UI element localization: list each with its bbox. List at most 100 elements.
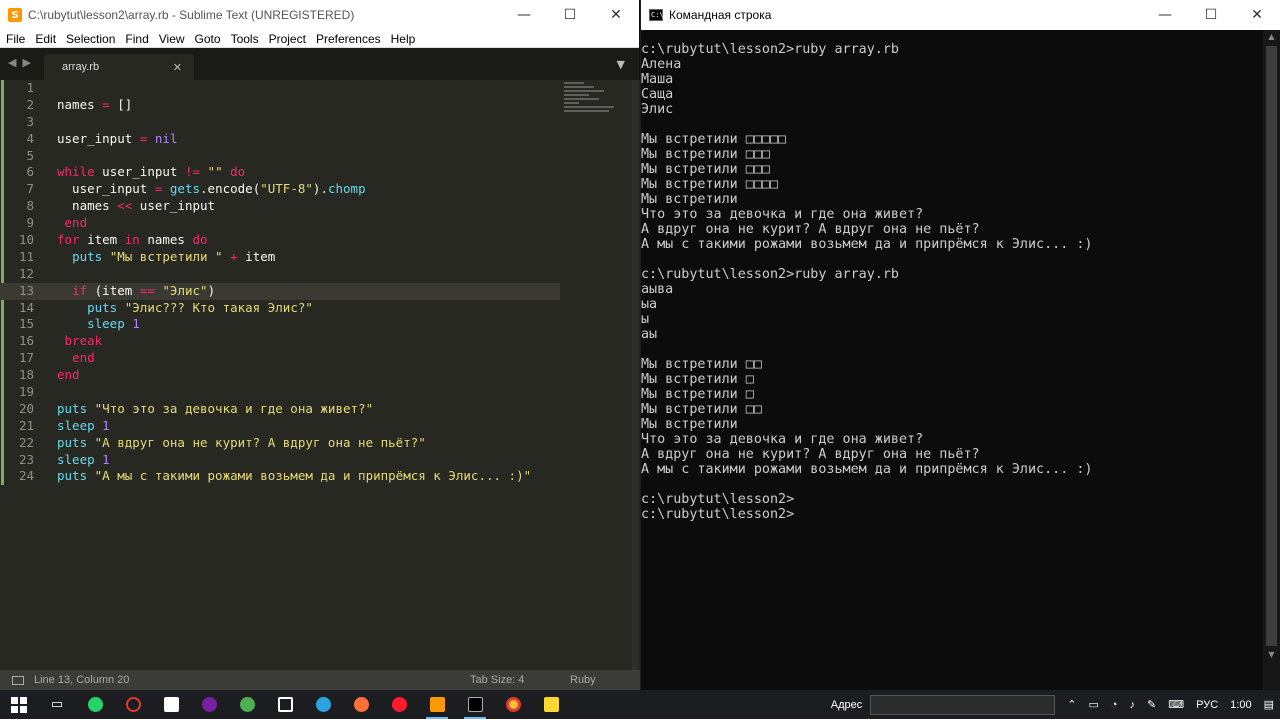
firefox-icon[interactable] xyxy=(342,690,380,719)
chrome-icon[interactable] xyxy=(494,690,532,719)
sublime-window-controls: — ☐ ✕ xyxy=(501,0,639,30)
record-icon[interactable] xyxy=(114,690,152,719)
close-button[interactable]: ✕ xyxy=(1234,0,1280,30)
menu-selection[interactable]: Selection xyxy=(60,32,119,46)
cube-app-icon[interactable] xyxy=(266,690,304,719)
editor-scrollbar[interactable] xyxy=(632,80,638,670)
network-app-icon[interactable] xyxy=(228,690,266,719)
scroll-down-icon[interactable]: ▼ xyxy=(1263,648,1280,662)
syntax-selector[interactable]: Ruby xyxy=(570,674,640,686)
menu-preferences[interactable]: Preferences xyxy=(310,32,385,46)
cmd-window-controls: — ☐ ✕ xyxy=(1142,0,1280,30)
line-number: 15 xyxy=(18,316,34,332)
console-line: c:\rubytut\lesson2> xyxy=(641,507,795,522)
cmd-app-icon: C:\ xyxy=(649,9,664,21)
menu-file[interactable]: File xyxy=(0,32,29,46)
store-icon[interactable] xyxy=(152,690,190,719)
clock[interactable]: 1:00 xyxy=(1224,699,1257,711)
line-number: 20 xyxy=(18,400,34,416)
line-number: 1 xyxy=(26,80,34,95)
whatsapp-icon[interactable] xyxy=(76,690,114,719)
line-number: 6 xyxy=(26,164,34,180)
console-line: А вдруг она не курит? А вдруг она не пьё… xyxy=(641,222,980,237)
menu-view[interactable]: View xyxy=(153,32,189,46)
line-number: 10 xyxy=(18,232,34,248)
cmd-taskbar-icon[interactable] xyxy=(456,690,494,719)
menu-bar: File Edit Selection Find View Goto Tools… xyxy=(0,30,639,48)
console-line: Маша xyxy=(641,72,674,87)
cmd-titlebar[interactable]: C:\ Командная строка — ☐ ✕ xyxy=(641,0,1280,30)
battery-icon[interactable]: ▭ xyxy=(1082,698,1104,711)
console-line: Мы встретили □□ xyxy=(641,402,762,417)
tab-nav-arrows-icon[interactable]: ◀▶ xyxy=(8,56,37,69)
sublime-taskbar-icon[interactable] xyxy=(418,690,456,719)
menu-help[interactable]: Help xyxy=(385,32,420,46)
console-line: Мы встретили □□□□ xyxy=(641,177,779,192)
tab-array-rb[interactable]: array.rb ✕ xyxy=(44,54,194,80)
sublime-titlebar[interactable]: S C:\rubytut\lesson2\array.rb - Sublime … xyxy=(0,0,639,30)
minimize-button[interactable]: — xyxy=(501,0,547,30)
volume-icon[interactable]: ♪ xyxy=(1124,699,1142,711)
menu-edit[interactable]: Edit xyxy=(29,32,60,46)
cursor-position: Line 13, Column 20 xyxy=(34,674,130,686)
tab-close-icon[interactable]: ✕ xyxy=(173,61,182,74)
console-line: Мы встретили □□ xyxy=(641,357,762,372)
line-number: 7 xyxy=(26,181,34,197)
menu-find[interactable]: Find xyxy=(119,32,152,46)
start-button[interactable] xyxy=(0,690,38,719)
console-output[interactable]: c:\rubytut\lesson2>ruby array.rb Алена Маш… xyxy=(641,42,1267,690)
code-line: 5 xyxy=(0,148,560,165)
system-tray: ⌃ ▭ ◔ ♪ ✎ ⌨ РУС 1:00 ▤ xyxy=(1061,698,1280,712)
menu-goto[interactable]: Goto xyxy=(189,32,225,46)
show-hidden-icons-icon[interactable]: ⌃ xyxy=(1061,698,1082,711)
console-line: ыа xyxy=(641,297,658,312)
telegram-icon[interactable] xyxy=(304,690,342,719)
line-number: 3 xyxy=(26,113,34,129)
console-line: А вдруг она не курит? А вдруг она не пьё… xyxy=(641,447,980,462)
code-line: 3 xyxy=(0,114,560,131)
code-line: 10 for item in names do xyxy=(0,232,560,249)
console-line: аыва xyxy=(641,282,674,297)
address-label: Адрес xyxy=(830,698,863,711)
code-line: 15 sleep 1 xyxy=(0,316,560,333)
close-button[interactable]: ✕ xyxy=(593,0,639,30)
console-line: Алена xyxy=(641,57,682,72)
line-number: 22 xyxy=(18,434,34,450)
address-input[interactable] xyxy=(870,694,1056,715)
language-indicator[interactable]: РУС xyxy=(1190,699,1224,711)
wifi-icon[interactable]: ◔ xyxy=(1105,699,1124,711)
tab-size-selector[interactable]: Tab Size: 4 xyxy=(470,674,570,686)
line-number: 17 xyxy=(18,350,34,366)
tor-browser-icon[interactable] xyxy=(190,690,228,719)
maximize-button[interactable]: ☐ xyxy=(547,0,593,30)
console-line: Мы встретили □□□ xyxy=(641,147,770,162)
minimap[interactable] xyxy=(564,80,622,130)
keyboard-icon[interactable]: ⌨ xyxy=(1162,698,1190,711)
opera-icon[interactable] xyxy=(380,690,418,719)
maximize-button[interactable]: ☐ xyxy=(1188,0,1234,30)
notifications-icon[interactable]: ▤ xyxy=(1258,698,1280,711)
console-line: Что это за девочка и где она живет? xyxy=(641,207,924,222)
console-line: Мы встретили □ xyxy=(641,372,754,387)
line-number: 14 xyxy=(18,299,34,315)
explorer-icon[interactable] xyxy=(532,690,570,719)
pen-icon[interactable]: ✎ xyxy=(1141,698,1162,711)
code-line: 6 while user_input != "" do xyxy=(0,164,560,181)
code-line: 14 puts "Элис??? Кто такая Элис?" xyxy=(0,300,560,317)
code-editor[interactable]: 1 2 names = [] 3 4 user_input = nil 5 6 whi… xyxy=(0,80,640,670)
menu-project[interactable]: Project xyxy=(263,32,310,46)
task-view-icon[interactable]: ▭ xyxy=(38,690,76,719)
scroll-up-icon[interactable]: ▲ xyxy=(1263,30,1280,44)
console-scrollbar[interactable]: ▲ ▼ xyxy=(1263,30,1280,690)
scroll-thumb[interactable] xyxy=(1266,46,1277,646)
panel-toggle-icon[interactable] xyxy=(12,675,24,685)
code-line: 11 puts "Мы встретили " + item xyxy=(0,249,560,266)
console-line: Мы встретили □□□ xyxy=(641,162,770,177)
minimize-button[interactable]: — xyxy=(1142,0,1188,30)
menu-tools[interactable]: Tools xyxy=(225,32,263,46)
code-line: 19 xyxy=(0,384,560,401)
tab-dropdown-icon[interactable]: ▼ xyxy=(617,58,625,71)
line-number: 21 xyxy=(18,417,34,433)
console-line: Мы встретили xyxy=(641,417,738,432)
console-line: аы xyxy=(641,327,658,342)
